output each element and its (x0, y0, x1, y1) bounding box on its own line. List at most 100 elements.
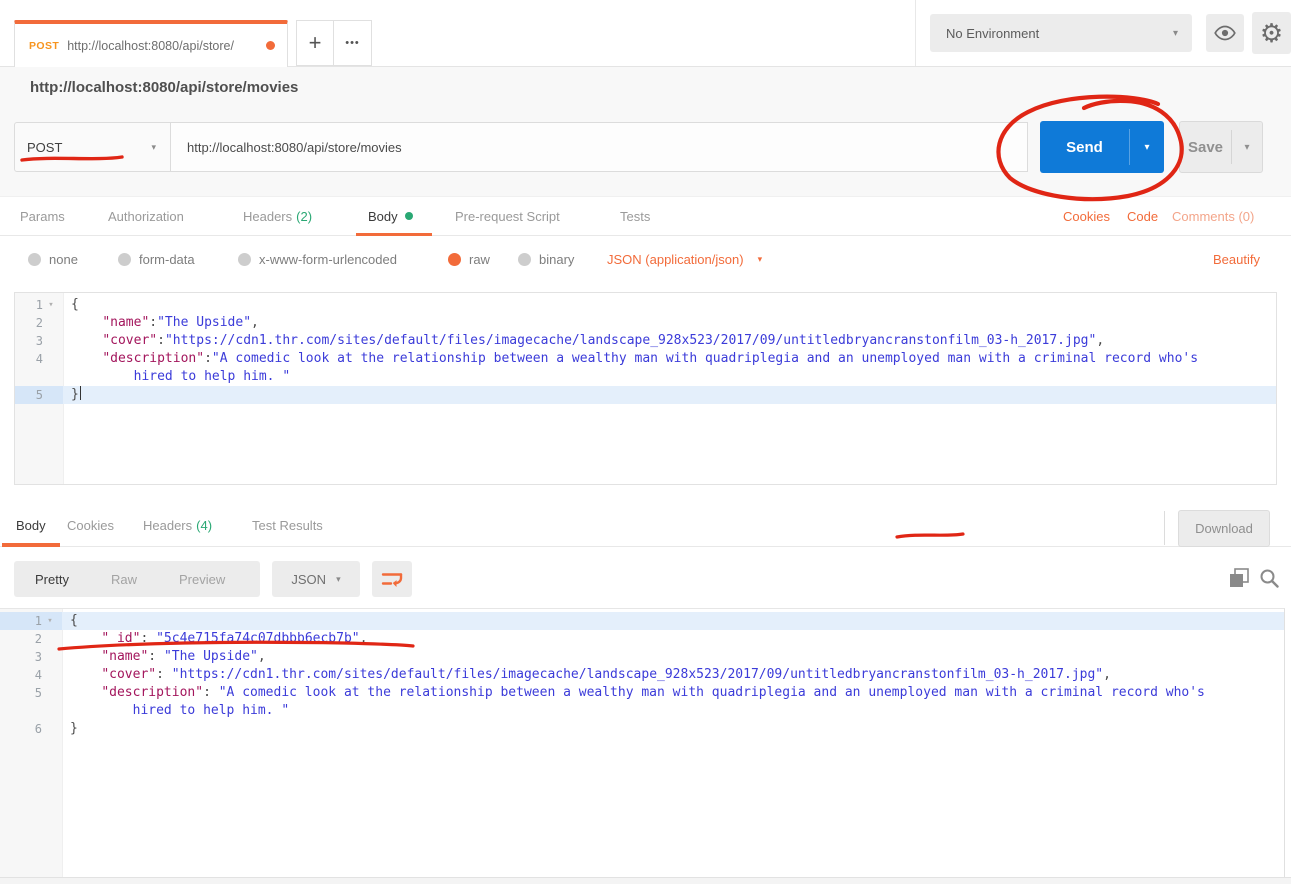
environment-quick-look-button[interactable] (1206, 14, 1244, 52)
response-tab-body[interactable]: Body (16, 518, 46, 533)
response-tabs-row: Body Cookies Headers(4) Test Results Sta… (0, 505, 1291, 547)
download-button[interactable]: Download (1178, 510, 1270, 547)
search-icon (1259, 568, 1279, 588)
wrap-lines-button[interactable] (372, 561, 412, 597)
body-type-select[interactable]: JSON (application/json) ▾ (607, 252, 762, 267)
beautify-link[interactable]: Beautify (1213, 252, 1260, 267)
response-format-select[interactable]: JSON ▾ (272, 561, 360, 597)
tab-body[interactable]: Body (368, 209, 413, 224)
request-editor-lines: 1▾{2 "name":"The Upside",3 "cover":"http… (15, 293, 1276, 404)
request-url-heading: http://localhost:8080/api/store/movies (30, 79, 298, 96)
send-label: Send (1040, 121, 1129, 173)
tab-pre-request-script[interactable]: Pre-request Script (455, 209, 560, 224)
more-icon: ••• (345, 37, 360, 49)
request-body-editor[interactable]: 1▾{2 "name":"The Upside",3 "cover":"http… (14, 292, 1277, 485)
request-tabs-row: Params Authorization Headers (2) Body Pre… (0, 196, 1291, 236)
body-filled-dot-icon (405, 212, 413, 220)
copy-response-button[interactable] (1228, 567, 1250, 589)
method-label: POST (27, 140, 62, 155)
radio-raw-label: raw (469, 252, 490, 267)
method-select[interactable]: POST ▾ (14, 122, 171, 172)
tab-headers-count: (2) (296, 209, 312, 224)
wrap-lines-icon (381, 570, 403, 588)
save-button[interactable]: Save ▾ (1179, 121, 1263, 173)
radio-icon (118, 253, 131, 266)
request-tab[interactable]: POST http://localhost:8080/api/store/ (14, 20, 288, 67)
radio-icon (238, 253, 251, 266)
send-options-button[interactable]: ▾ (1130, 121, 1164, 173)
request-builder: POST ▾ Send ▾ Save ▾ (0, 107, 1291, 196)
code-line: 6} (0, 720, 1284, 738)
view-pretty[interactable]: Pretty (14, 572, 90, 587)
send-button[interactable]: Send ▾ (1040, 121, 1164, 173)
chevron-down-icon: ▾ (336, 574, 341, 585)
radio-x-www-form-urlencoded[interactable]: x-www-form-urlencoded (238, 252, 397, 267)
search-response-button[interactable] (1258, 567, 1280, 589)
eye-icon (1214, 25, 1236, 41)
code-line: 3 "name": "The Upside", (0, 648, 1284, 666)
response-body-editor[interactable]: 1▾{2 "_id": "5c4e715fa74c07dbbb6ecb7b",3… (0, 608, 1285, 877)
gear-icon: ⚙ (1260, 20, 1283, 46)
save-options-button[interactable]: ▾ (1232, 122, 1262, 172)
status-bar (0, 877, 1291, 884)
code-line: 5 "description": "A comedic look at the … (0, 684, 1284, 720)
environment-select[interactable]: No Environment ▾ (930, 14, 1192, 52)
tab-method-label: POST (29, 40, 59, 52)
response-editor-lines: 1▾{2 "_id": "5c4e715fa74c07dbbb6ecb7b",3… (0, 609, 1284, 738)
code-line: 3 "cover":"https://cdn1.thr.com/sites/de… (15, 332, 1276, 350)
tab-body-label: Body (368, 209, 398, 224)
environment-label: No Environment (946, 26, 1039, 41)
response-view-toggle: Pretty Raw Preview (14, 561, 260, 597)
view-raw[interactable]: Raw (90, 572, 158, 587)
body-type-label: JSON (application/json) (607, 252, 744, 267)
url-input[interactable] (170, 122, 1028, 172)
cookies-link[interactable]: Cookies (1063, 209, 1110, 224)
radio-icon (28, 253, 41, 266)
response-tab-cookies[interactable]: Cookies (67, 518, 114, 533)
meta-divider (1164, 511, 1165, 545)
tab-actions: + ••• (296, 20, 372, 66)
response-tab-headers[interactable]: Headers (4) (143, 518, 212, 533)
radio-binary-label: binary (539, 252, 574, 267)
request-url-heading-row: http://localhost:8080/api/store/movies (0, 67, 1291, 108)
chevron-down-icon: ▾ (1173, 28, 1178, 39)
radio-icon (518, 253, 531, 266)
radio-binary[interactable]: binary (518, 252, 574, 267)
code-line: 2 "name":"The Upside", (15, 314, 1276, 332)
chevron-down-icon: ▾ (758, 254, 763, 265)
response-tab-test-results[interactable]: Test Results (252, 518, 323, 533)
tab-authorization[interactable]: Authorization (108, 209, 184, 224)
new-tab-button[interactable]: + (296, 20, 334, 66)
tab-headers-label: Headers (243, 209, 292, 224)
header-divider (915, 0, 916, 66)
code-line: 2 "_id": "5c4e715fa74c07dbbb6ecb7b", (0, 630, 1284, 648)
view-preview[interactable]: Preview (158, 572, 246, 587)
chevron-down-icon: ▾ (1144, 142, 1149, 153)
tab-menu-button[interactable]: ••• (334, 20, 372, 66)
tab-tests[interactable]: Tests (620, 209, 650, 224)
fold-caret-icon[interactable]: ▾ (42, 612, 58, 630)
tab-params[interactable]: Params (20, 209, 65, 224)
settings-button[interactable]: ⚙ (1252, 12, 1291, 54)
code-line: 4 "cover": "https://cdn1.thr.com/sites/d… (0, 666, 1284, 684)
chevron-down-icon: ▾ (151, 142, 156, 153)
postman-app: POST http://localhost:8080/api/store/ + … (0, 0, 1291, 884)
radio-raw[interactable]: raw (448, 252, 490, 267)
comments-link[interactable]: Comments (0) (1172, 209, 1254, 224)
response-format-label: JSON (291, 572, 326, 587)
code-link[interactable]: Code (1127, 209, 1158, 224)
body-type-row: none form-data x-www-form-urlencoded raw… (0, 236, 1291, 292)
copy-icon (1229, 568, 1249, 588)
radio-urlencoded-label: x-www-form-urlencoded (259, 252, 397, 267)
response-headers-label: Headers (143, 518, 192, 533)
code-line: 1▾{ (0, 612, 1284, 630)
response-headers-count: (4) (196, 518, 212, 533)
code-line: 4 "description":"A comedic look at the r… (15, 350, 1276, 386)
plus-icon: + (309, 30, 322, 56)
fold-caret-icon[interactable]: ▾ (43, 296, 59, 314)
radio-none[interactable]: none (28, 252, 78, 267)
unsaved-dot-icon (266, 41, 275, 50)
radio-form-data[interactable]: form-data (118, 252, 195, 267)
tab-headers[interactable]: Headers (2) (243, 209, 312, 224)
code-line: 1▾{ (15, 296, 1276, 314)
